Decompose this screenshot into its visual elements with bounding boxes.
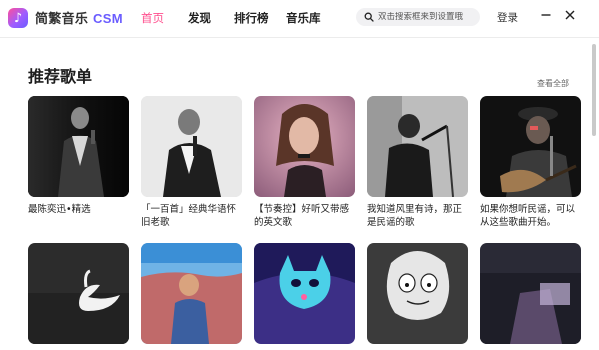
search-input[interactable] — [378, 12, 480, 22]
music-note-icon: ♪ — [13, 10, 23, 26]
playlist-cover-image — [28, 96, 129, 197]
playlist-cover-image — [480, 96, 581, 197]
tab-charts[interactable]: 排行榜 — [234, 10, 269, 26]
playlist-title: 「一百首」经典华语怀旧老歌 — [141, 204, 237, 228]
tab-discover[interactable]: 发现 — [188, 10, 211, 26]
playlist-cover-image — [254, 96, 355, 197]
playlist-card[interactable] — [141, 243, 242, 350]
playlist-cover-image — [367, 96, 468, 197]
tab-home[interactable]: 首页 — [141, 10, 164, 26]
login-button[interactable]: 登录 — [497, 10, 518, 25]
playlist-card[interactable]: 【节奏控】好听又带感的英文歌 — [254, 96, 355, 229]
search-icon — [364, 12, 374, 22]
playlist-card[interactable] — [367, 243, 468, 350]
top-bar: ♪ 简繁音乐 CSM 首页 发现 排行榜 音乐库 登录 — [0, 0, 599, 38]
playlist-card[interactable]: 「一百首」经典华语怀旧老歌 — [141, 96, 242, 229]
app-title-suffix: CSM — [93, 11, 123, 26]
minimize-icon[interactable] — [538, 7, 554, 23]
playlist-card[interactable]: 我知道风里有诗，那正是民谣的歌 — [367, 96, 468, 229]
playlist-title: 【节奏控】好听又带感的英文歌 — [254, 204, 350, 228]
view-all-link[interactable]: 查看全部 — [537, 78, 569, 89]
playlist-cover-image — [141, 243, 242, 344]
scrollbar-thumb[interactable] — [592, 44, 596, 136]
search-box[interactable] — [356, 8, 480, 26]
playlist-cover-image — [367, 243, 468, 344]
playlist-card[interactable]: 最陈奕迅•精选 — [28, 96, 129, 216]
playlist-card[interactable] — [254, 243, 355, 350]
playlist-title: 我知道风里有诗，那正是民谣的歌 — [367, 204, 463, 228]
app-title: 简繁音乐 CSM — [35, 8, 123, 27]
playlist-card[interactable] — [480, 243, 581, 350]
playlist-card[interactable]: 如果你想听民谣，可以从这些歌曲开始。 — [480, 96, 581, 229]
playlist-title: 最陈奕迅•精选 — [28, 204, 91, 215]
tab-library[interactable]: 音乐库 — [286, 10, 321, 26]
section-title: 推荐歌单 — [28, 67, 93, 86]
playlist-title: 如果你想听民谣，可以从这些歌曲开始。 — [480, 204, 576, 228]
playlist-cover-image — [480, 243, 581, 344]
playlist-cover-image — [254, 243, 355, 344]
app-title-cn: 简繁音乐 — [35, 12, 89, 27]
playlist-card[interactable] — [28, 243, 129, 350]
playlist-cover-image — [28, 243, 129, 344]
playlist-cover-image — [141, 96, 242, 197]
app-logo-icon: ♪ — [8, 8, 28, 28]
close-icon[interactable] — [562, 7, 578, 23]
